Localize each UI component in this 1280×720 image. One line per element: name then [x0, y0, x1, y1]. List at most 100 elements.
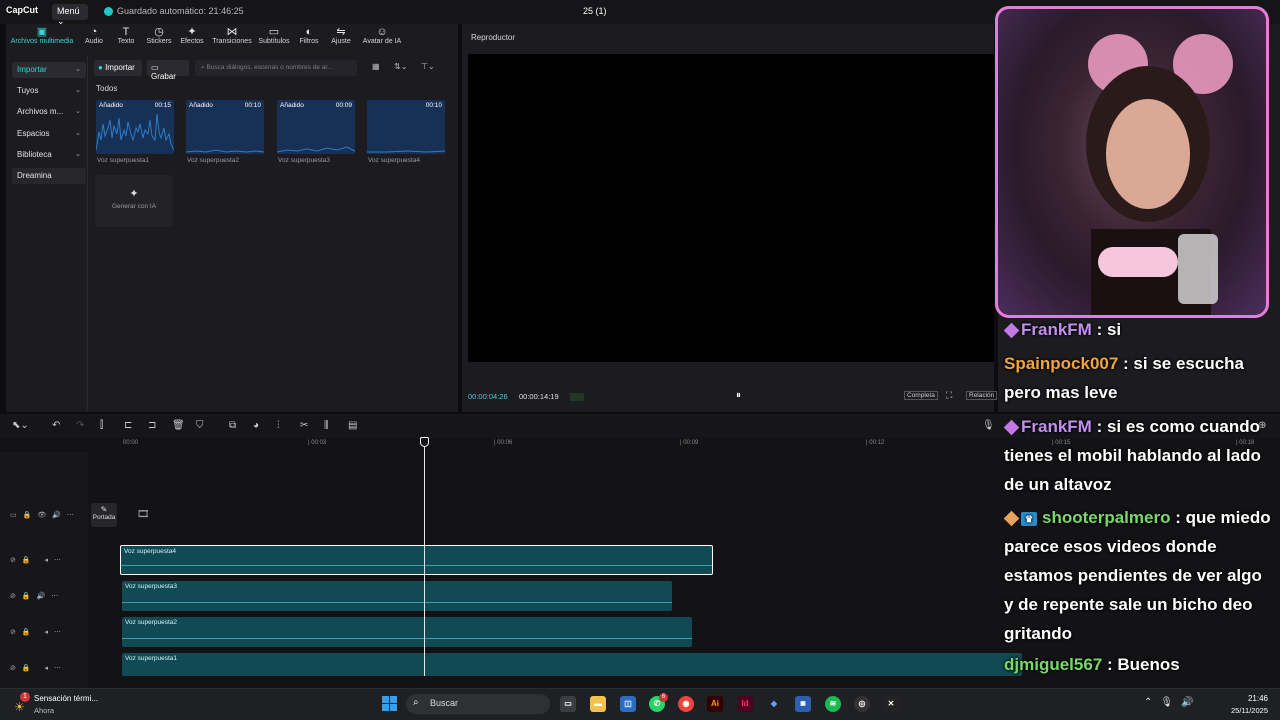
indesign-icon[interactable]: Id: [737, 696, 753, 712]
chrome-icon[interactable]: ◉: [678, 696, 694, 712]
clock-time[interactable]: 21:46: [1246, 694, 1268, 703]
media-item-name: Voz superpuesta1: [97, 157, 150, 164]
track-controls[interactable]: ⊘🔒 ◂⋯: [10, 556, 67, 564]
sidebar-item-yours[interactable]: Tuyos ⌄: [12, 83, 86, 99]
crop-icon[interactable]: ⧉: [229, 420, 236, 431]
generate-ai-button[interactable]: ✦ Generar con IA: [95, 175, 173, 227]
cover-button[interactable]: ✎ Portada: [91, 503, 117, 527]
delete-icon[interactable]: 🗑: [172, 420, 185, 431]
taskbar-search-input[interactable]: Buscar: [406, 694, 550, 714]
fullscreen-icon[interactable]: ⛶: [946, 390, 952, 401]
media-icon: ▣: [36, 26, 48, 38]
tab-media[interactable]: ▣ Archivos multimedia: [8, 26, 76, 45]
adjust-tracks-icon[interactable]: ⫶: [277, 420, 280, 431]
media-item[interactable]: 00:10: [367, 100, 445, 154]
feature-tabs: ▣ Archivos multimedia ◔ Audio T Texto ◷ Stic…: [6, 26, 458, 52]
system-tray[interactable]: ⌃🎙🔊: [1144, 697, 1202, 708]
clock-date[interactable]: 25/11/2025: [1224, 706, 1268, 715]
tab-text[interactable]: T Texto: [114, 26, 138, 45]
app-diamond-icon[interactable]: ◈: [766, 696, 782, 712]
tab-subtitles[interactable]: ▭ Subtítulos: [257, 26, 291, 45]
auto-cut-icon[interactable]: ✂: [300, 420, 308, 431]
chevron-down-icon: ⌄: [75, 108, 81, 115]
chat-message: ♛ shooterpalmero : que miedo parece esos …: [1003, 508, 1271, 643]
weather-icon[interactable]: ☀: [14, 700, 25, 714]
file-explorer-icon[interactable]: ▬: [590, 696, 606, 712]
pause-button[interactable]: ⏸: [736, 390, 741, 401]
sidebar-item-library[interactable]: Biblioteca ⌄: [12, 147, 86, 163]
audio-clip[interactable]: Voz superpuesta3: [122, 581, 672, 611]
ruler-tick: | 00:09: [680, 440, 699, 446]
split-left-icon[interactable]: ⊏: [124, 420, 132, 431]
track-controls[interactable]: ⊘🔒🔊⋯: [10, 592, 64, 600]
select-cursor-icon[interactable]: ⬉⌄: [12, 420, 29, 431]
capcut-taskbar-icon[interactable]: ✕: [883, 696, 899, 712]
transcript-icon[interactable]: ▤: [348, 420, 357, 431]
app-logo: CapCut: [6, 5, 38, 15]
filter-icon[interactable]: ⊤⌄: [421, 62, 435, 71]
audio-clip[interactable]: Voz superpuesta4: [120, 545, 713, 575]
record-button[interactable]: ▭ Grabar: [147, 60, 189, 81]
tab-audio[interactable]: ◔ Audio: [82, 26, 106, 45]
tab-adjust[interactable]: ⇋ Ajuste: [328, 26, 354, 45]
menu-button[interactable]: Menú ⌄: [52, 4, 88, 26]
store-icon[interactable]: ◫: [620, 696, 636, 712]
gem-badge-icon: [1003, 322, 1020, 339]
spotify-icon[interactable]: ≋: [825, 696, 841, 712]
split-right-icon[interactable]: ⊐: [148, 420, 156, 431]
tab-filters[interactable]: ◐ Filtros: [297, 26, 321, 45]
track-controls[interactable]: ⊘🔒 ◂⋯: [10, 664, 67, 672]
effects-icon: ✦: [187, 26, 197, 38]
redo-icon: ↷: [76, 420, 85, 431]
media-side-nav: Importar ⌄ Tuyos ⌄ Archivos m... ⌄ Espacios…: [6, 56, 88, 410]
split-icon[interactable]: ⫿: [100, 420, 103, 431]
webcam-overlay: [995, 6, 1269, 318]
tab-stickers[interactable]: ◷ Stickers: [145, 26, 173, 45]
media-item[interactable]: Añadido 00:10: [186, 100, 264, 154]
audio-wave-icon[interactable]: ⫼: [324, 420, 329, 431]
media-item[interactable]: Añadido 00:15: [96, 100, 174, 154]
media-app-icon[interactable]: ▣: [795, 696, 811, 712]
audio-clip[interactable]: Voz superpuesta2: [122, 617, 692, 647]
player-viewport[interactable]: [468, 54, 994, 362]
media-search-input[interactable]: ⌕ Busca diálogos, escenas o nombres de a…: [195, 60, 357, 76]
weather-widget-title[interactable]: Sensación térmi...: [34, 694, 98, 703]
tab-effects[interactable]: ✦ Efectos: [179, 26, 205, 45]
ruler-tick: | 00:06: [494, 440, 513, 446]
track-controls[interactable]: ▭🔒👁🔊⋯: [10, 511, 80, 519]
aspect-ratio-button[interactable]: Relación: [966, 391, 998, 400]
avatar-icon: ☺: [376, 26, 388, 38]
stream-chat: FrankFM : si Spainpock007 : si se escuch…: [998, 318, 1280, 688]
import-icon: ●: [98, 63, 106, 72]
windows-start-icon[interactable]: [382, 696, 398, 712]
speed-icon[interactable]: ◕: [253, 420, 259, 431]
grid-view-icon[interactable]: ▦: [372, 62, 380, 71]
microphone-icon[interactable]: 🎙: [982, 420, 995, 431]
media-item[interactable]: Añadido 00:09: [277, 100, 355, 154]
full-quality-button[interactable]: Completa: [904, 391, 938, 400]
tab-transitions[interactable]: ⋈ Transiciones: [211, 26, 253, 45]
undo-icon[interactable]: ↶: [52, 420, 60, 431]
playhead[interactable]: [424, 438, 425, 676]
current-time: 00:00:04:26: [468, 392, 508, 401]
shield-icon[interactable]: ⛉: [196, 420, 204, 431]
text-icon: T: [122, 26, 130, 38]
sidebar-item-spaces[interactable]: Espacios ⌄: [12, 126, 86, 142]
task-view-icon[interactable]: ▭: [560, 696, 576, 712]
chevron-down-icon: ⌄: [75, 87, 81, 94]
illustrator-icon[interactable]: Ai: [707, 696, 723, 712]
track-controls[interactable]: ⊘🔒 ◂⋯: [10, 628, 67, 636]
sort-icon[interactable]: ⇅⌄: [394, 62, 407, 71]
weather-widget-subtitle: Ahora: [34, 706, 55, 715]
sidebar-item-dreamina[interactable]: Dreamina: [12, 168, 86, 184]
tab-ai-avatar[interactable]: ☺ Avatar de IA: [360, 26, 404, 45]
import-button[interactable]: ● Importar: [94, 60, 142, 76]
autosave-status: Guardado automático: 21:46:25: [117, 6, 244, 16]
ruler-tick: 00:00: [123, 440, 139, 446]
sidebar-item-import[interactable]: Importar ⌄: [12, 62, 86, 78]
playhead-handle[interactable]: [420, 437, 429, 447]
obs-icon[interactable]: ◎: [854, 696, 870, 712]
audio-clip[interactable]: Voz superpuesta1: [122, 653, 1022, 676]
media-item-name: Voz superpuesta3: [278, 157, 331, 164]
sidebar-item-media-files[interactable]: Archivos m... ⌄: [12, 104, 86, 120]
